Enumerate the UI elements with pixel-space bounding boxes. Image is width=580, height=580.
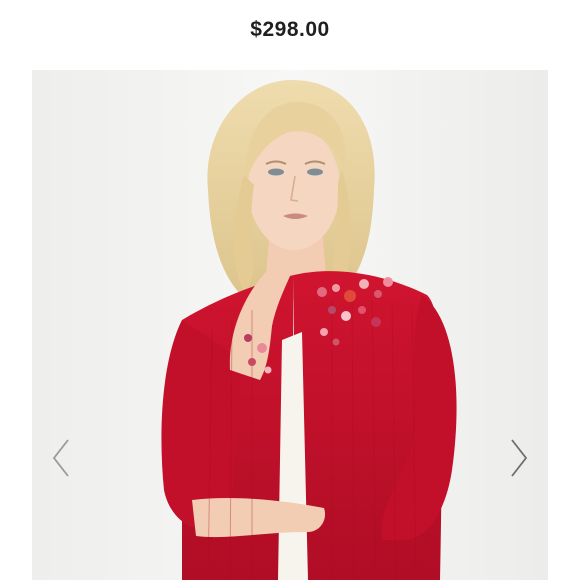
previous-image-button[interactable] [40, 430, 80, 490]
chevron-right-icon [511, 439, 528, 477]
product-photo [32, 70, 548, 580]
product-title: ELISSA SWEATER [0, 0, 580, 9]
next-image-button[interactable] [500, 430, 540, 490]
product-image-gallery[interactable] [32, 70, 548, 580]
product-price: $298.00 [250, 18, 330, 41]
chevron-left-icon [52, 439, 69, 477]
